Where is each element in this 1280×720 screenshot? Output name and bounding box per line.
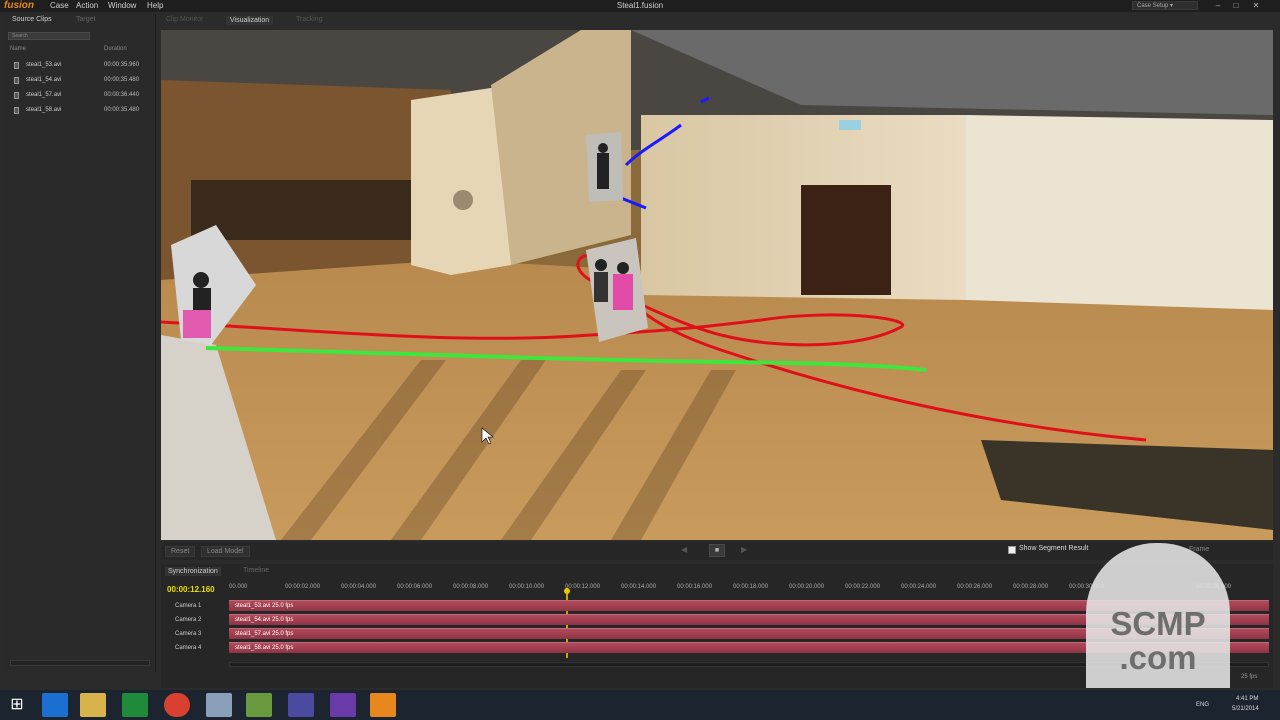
- tab-tracking[interactable]: Tracking: [296, 16, 323, 23]
- tab-source-clips[interactable]: Source Clips: [12, 16, 52, 23]
- tab-visualization[interactable]: Visualization: [226, 16, 274, 25]
- app-icon[interactable]: [206, 693, 232, 717]
- ruler-tick-label: 00:00:04.000: [341, 584, 377, 590]
- clip-duration: 00:00:35.480: [104, 107, 140, 113]
- horizontal-scrollbar[interactable]: [10, 660, 150, 666]
- playhead-handle[interactable]: [564, 588, 570, 594]
- camera-2-label: Camera 2: [175, 617, 202, 623]
- clock-date[interactable]: 5/21/2014: [1232, 706, 1259, 712]
- clip-name: steal1_54.avi: [26, 77, 62, 83]
- internet-explorer-icon[interactable]: [42, 693, 68, 717]
- clip-name: steal1_57.avi: [26, 92, 62, 98]
- stop-button[interactable]: ■: [709, 544, 725, 557]
- tab-timeline[interactable]: Timeline: [243, 567, 269, 574]
- minimize-icon[interactable]: –: [1210, 0, 1226, 12]
- framerate-label: 25 fps: [1241, 674, 1258, 680]
- track-clip-label: steal1_53.avi 25.0 fps: [235, 603, 294, 609]
- ruler-tick-label: 00:00:12.000: [565, 584, 601, 590]
- tab-clip-monitor[interactable]: Clip Monitor: [166, 16, 203, 23]
- clock-time[interactable]: 4:41 PM: [1236, 696, 1258, 702]
- language-indicator[interactable]: ENG: [1196, 702, 1209, 708]
- source-clips-panel: Source Clips Target Search Name Duration…: [4, 14, 156, 672]
- clip-duration: 00:00:35.960: [104, 62, 140, 68]
- tab-synchronization[interactable]: Synchronization: [165, 567, 221, 576]
- windows-start-icon[interactable]: ⊞: [4, 693, 30, 717]
- camera-1-label: Camera 1: [175, 603, 202, 609]
- ruler-tick-label: 00:00:18.000: [733, 584, 769, 590]
- case-setup-dropdown[interactable]: Case Setup ▾: [1132, 1, 1198, 10]
- camera-4-label: Camera 4: [175, 645, 202, 651]
- load-model-button[interactable]: Load Model: [201, 546, 250, 557]
- door: [801, 185, 891, 295]
- far-wall: [966, 115, 1273, 310]
- ruler-tick-label: 00.000: [229, 584, 248, 590]
- ruler-tick-label: 00:00:10.000: [509, 584, 545, 590]
- watermark-line2: .com: [1119, 639, 1197, 676]
- track-clip-label: steal1_54.avi 25.0 fps: [235, 617, 294, 623]
- clip-duration: 00:00:36.440: [104, 92, 140, 98]
- ruler-tick-label: 00:00:08.000: [453, 584, 489, 590]
- list-item[interactable]: steal1_58.avi 00:00:35.480: [4, 104, 156, 119]
- tab-target[interactable]: Target: [76, 16, 95, 23]
- ruler-tick-label: 00:00:22.000: [845, 584, 881, 590]
- list-item[interactable]: steal1_57.avi 00:00:36.440: [4, 89, 156, 104]
- film-icon: [14, 77, 19, 84]
- show-segment-checkbox[interactable]: [1008, 546, 1016, 554]
- scmp-watermark: SCMP .com: [1086, 543, 1230, 688]
- visual-studio-icon[interactable]: [330, 693, 356, 717]
- notepad-icon[interactable]: [246, 693, 272, 717]
- clip-name: steal1_53.avi: [26, 62, 62, 68]
- file-explorer-icon[interactable]: [80, 693, 106, 717]
- maximize-icon[interactable]: □: [1228, 0, 1244, 12]
- film-icon: [14, 92, 19, 99]
- show-segment-label: Show Segment Result: [1019, 545, 1089, 552]
- scene-render: [161, 30, 1273, 540]
- menu-case[interactable]: Case: [50, 0, 69, 12]
- menu-window[interactable]: Window: [108, 0, 136, 12]
- track-clip-label: steal1_57.avi 25.0 fps: [235, 631, 294, 637]
- viewport-controls: Reset Load Model ◀ ■ ▶ Show Segment Resu…: [161, 542, 1273, 560]
- ruler-tick-label: 00:00:06.000: [397, 584, 433, 590]
- window-title: Steal1.fusion: [616, 1, 664, 10]
- column-name[interactable]: Name: [10, 46, 26, 52]
- current-time: 00:00:12.160: [167, 585, 215, 594]
- film-icon: [14, 62, 19, 69]
- list-item[interactable]: steal1_54.avi 00:00:35.480: [4, 74, 156, 89]
- exit-sign: [839, 120, 861, 130]
- ruler-tick-label: 00:00:02.000: [285, 584, 321, 590]
- camera-3-label: Camera 3: [175, 631, 202, 637]
- ruler-tick-label: 00:00:28.000: [1013, 584, 1049, 590]
- clip-duration: 00:00:35.480: [104, 77, 140, 83]
- bench: [191, 180, 421, 240]
- windows-taskbar: ⊞ ENG 4:41 PM 5/21/2014: [0, 690, 1280, 720]
- menu-help[interactable]: Help: [147, 0, 163, 12]
- track-clip-label: steal1_58.avi 25.0 fps: [235, 645, 294, 651]
- person-cutout-2: [586, 132, 623, 202]
- column-duration[interactable]: Duration: [104, 46, 127, 52]
- watermark-line1: SCMP: [1110, 605, 1206, 642]
- ruler-tick-label: 00:00:26.000: [957, 584, 993, 590]
- prev-icon[interactable]: ◀: [681, 545, 687, 554]
- fusion-app-icon[interactable]: [370, 693, 396, 717]
- clip-name: steal1_58.avi: [26, 107, 62, 113]
- ruler-tick-label: 00:00:24.000: [901, 584, 937, 590]
- 3d-visualization-viewport[interactable]: [161, 30, 1273, 540]
- ruler-tick-label: 00:00:16.000: [677, 584, 713, 590]
- wall-light: [453, 190, 473, 210]
- chrome-icon[interactable]: [164, 693, 190, 717]
- title-bar: fusion Case Action Window Help Steal1.fu…: [0, 0, 1280, 12]
- menu-action[interactable]: Action: [76, 0, 98, 12]
- list-item[interactable]: steal1_53.avi 00:00:35.960: [4, 59, 156, 74]
- reset-button[interactable]: Reset: [165, 546, 196, 557]
- excel-icon[interactable]: [122, 693, 148, 717]
- app-icon[interactable]: [288, 693, 314, 717]
- case-setup-label: Case Setup: [1137, 3, 1169, 9]
- search-input[interactable]: Search: [8, 32, 90, 40]
- ruler-tick-label: 00:00:20.000: [789, 584, 825, 590]
- ruler-tick-label: 00:00:14.000: [621, 584, 657, 590]
- next-icon[interactable]: ▶: [741, 545, 747, 554]
- app-logo: fusion: [4, 0, 34, 11]
- close-icon[interactable]: ✕: [1248, 0, 1264, 12]
- film-icon: [14, 107, 19, 114]
